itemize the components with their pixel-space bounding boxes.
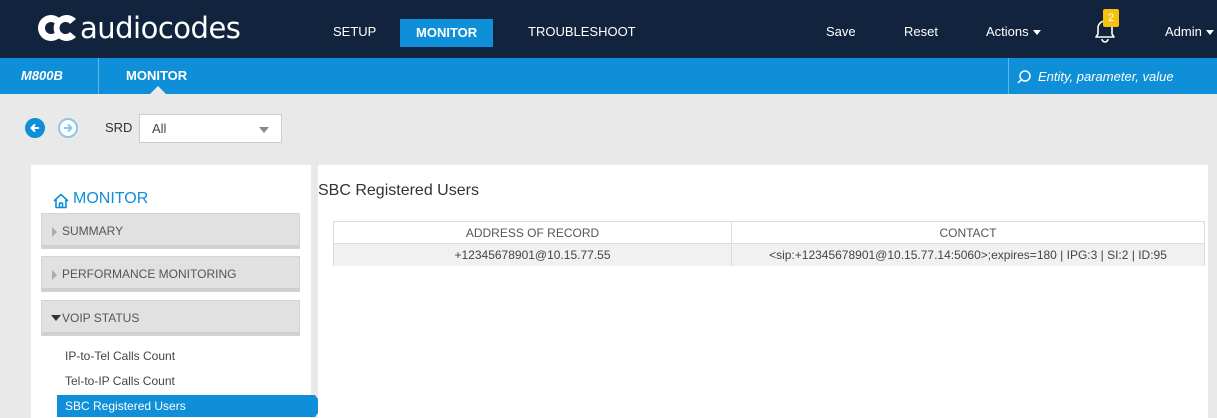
registered-users-table: ADDRESS OF RECORD CONTACT +12345678901@1… [333,221,1205,266]
column-header-address-of-record[interactable]: ADDRESS OF RECORD [333,221,732,244]
sidebar-item-tel-to-ip-calls-count[interactable]: Tel-to-IP Calls Count [65,374,175,388]
chevron-right-icon [52,227,57,237]
srd-label: SRD [105,120,133,135]
actions-menu[interactable]: Actions [986,19,1041,45]
active-context-pointer [150,86,166,94]
chevron-down-icon [51,315,61,321]
context-bar: M800B MONITOR [0,58,1217,94]
table-row[interactable]: +12345678901@10.15.77.55 <sip:+123456789… [333,243,1205,266]
top-navigation-bar: audiocodes SETUP MONITOR TROUBLESHOOT Sa… [0,0,1217,58]
chevron-down-icon [1205,30,1214,36]
chevron-down-icon [259,127,269,133]
sidebar-section-summary[interactable]: SUMMARY [41,213,300,249]
sidebar-item-sbc-registered-users[interactable]: SBC Registered Users [57,395,323,417]
search-icon[interactable] [1017,70,1031,84]
forward-button[interactable] [58,118,78,138]
sidebar-title[interactable]: MONITOR [73,190,148,208]
main-content: SBC Registered Users ADDRESS OF RECORD C… [318,165,1208,418]
device-name[interactable]: M800B [21,58,63,94]
save-button[interactable]: Save [826,19,856,45]
sidebar-section-label: PERFORMANCE MONITORING [62,267,237,281]
sidebar-item-ip-to-tel-calls-count[interactable]: IP-to-Tel Calls Count [65,349,175,363]
reset-button[interactable]: Reset [904,19,938,45]
sidebar-section-voip-status[interactable]: VOIP STATUS [41,300,300,336]
search-input[interactable] [1038,64,1210,88]
user-menu[interactable]: Admin [1165,19,1214,45]
page-title: SBC Registered Users [318,182,479,199]
arrow-right-icon [64,123,73,133]
divider [98,58,99,94]
chevron-down-icon [1032,30,1041,36]
sidebar-section-performance-monitoring[interactable]: PERFORMANCE MONITORING [41,256,300,292]
actions-label: Actions [986,24,1029,39]
back-button[interactable] [25,118,45,138]
cell-address-of-record: +12345678901@10.15.77.55 [333,243,732,266]
sidebar-section-label: SUMMARY [62,224,124,238]
audiocodes-logo-mark-icon [36,13,78,43]
srd-select[interactable]: All [139,114,282,143]
chevron-right-icon [52,270,57,280]
arrow-left-icon [30,123,39,133]
cell-contact: <sip:+12345678901@10.15.77.14:5060>;expi… [731,243,1205,266]
tab-monitor[interactable]: MONITOR [400,19,494,47]
tab-troubleshoot[interactable]: TROUBLESHOOT [528,19,636,45]
tab-setup[interactable]: SETUP [333,19,376,45]
audiocodes-logo[interactable]: audiocodes [36,10,241,46]
srd-selected-value: All [152,121,167,136]
sidebar: MONITOR SUMMARY PERFORMANCE MONITORING V… [31,165,323,418]
divider [1008,58,1009,94]
sidebar-section-label: VOIP STATUS [62,311,140,325]
column-header-contact[interactable]: CONTACT [731,221,1205,244]
brand-name: audiocodes [80,11,241,45]
user-name: Admin [1165,24,1202,39]
home-icon[interactable] [53,193,69,209]
notification-count-badge[interactable]: 2 [1103,9,1119,27]
